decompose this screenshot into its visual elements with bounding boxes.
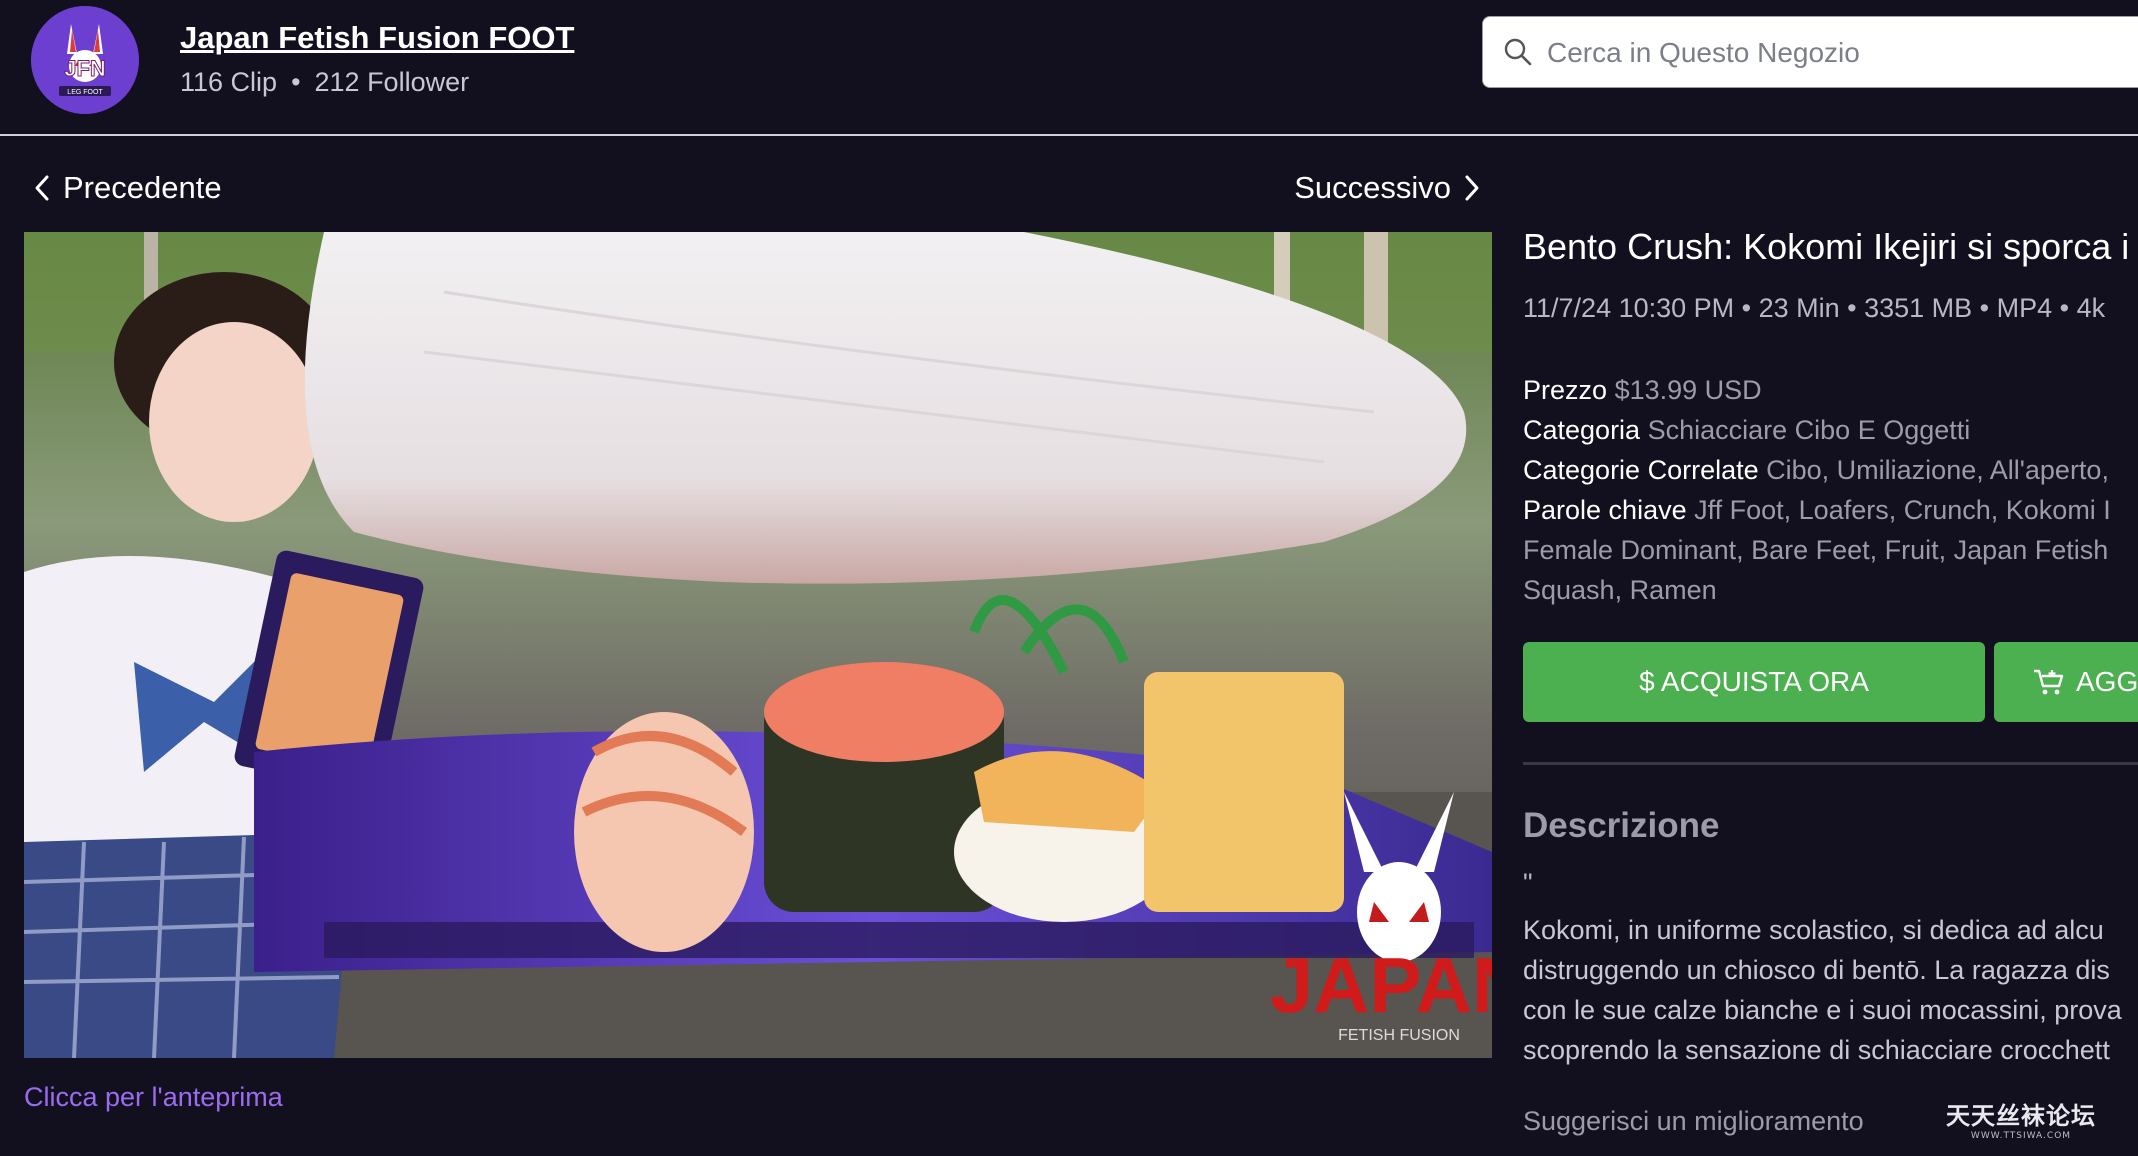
add-to-cart-label: AGG xyxy=(2076,666,2138,697)
store-stats: 116 Clip • 212 Follower xyxy=(180,67,469,98)
separator-dot: • xyxy=(291,67,301,97)
keywords-row: Parole chiave Jff Foot, Loafers, Crunch,… xyxy=(1523,490,2138,530)
site-watermark: 天天丝袜论坛 WWW.TTSIWA.COM xyxy=(1946,1096,2096,1141)
clip-meta: 11/7/24 10:30 PM • 23 Min • 3351 MB • MP… xyxy=(1523,293,2106,323)
watermark-url: WWW.TTSIWA.COM xyxy=(1970,1131,2072,1141)
next-label: Successivo xyxy=(1294,170,1451,205)
category-row: Categoria Schiacciare Cibo E Oggetti xyxy=(1523,410,2138,450)
buy-now-button[interactable]: $ ACQUISTA ORA xyxy=(1523,642,1985,722)
related-categories-row: Categorie Correlate Cibo, Umiliazione, A… xyxy=(1523,450,2138,490)
section-divider xyxy=(1523,762,2138,765)
brand-watermark-sub: FETISH FUSION xyxy=(1338,1027,1460,1044)
price-label: Prezzo xyxy=(1523,375,1608,405)
category-value[interactable]: Schiacciare Cibo E Oggetti xyxy=(1648,415,1971,445)
description-line: Kokomi, in uniforme scolastico, si dedic… xyxy=(1523,915,2104,945)
follower-count: 212 Follower xyxy=(314,67,470,97)
related-categories-value[interactable]: Cibo, Umiliazione, All'aperto, xyxy=(1766,455,2109,485)
price-row: Prezzo $13.99 USD xyxy=(1523,370,2138,410)
search-icon xyxy=(1504,38,1532,66)
store-header: JFN LEG FOOT Japan Fetish Fusion FOOT 11… xyxy=(0,0,2138,136)
clip-title: Bento Crush: Kokomi Ikejiri si sporca i xyxy=(1523,226,2130,267)
store-avatar[interactable]: JFN LEG FOOT xyxy=(31,6,139,114)
svg-text:JFN: JFN xyxy=(64,56,106,81)
svg-text:LEG FOOT: LEG FOOT xyxy=(67,89,103,96)
price-value: $13.99 USD xyxy=(1614,375,1762,405)
description-line: con le sue calze bianche e i suoi mocass… xyxy=(1523,995,2122,1025)
search-box[interactable] xyxy=(1482,16,2138,88)
suggest-improvement-link[interactable]: Suggerisci un miglioramento xyxy=(1523,1106,1864,1137)
keywords-line: Female Dominant, Bare Feet, Fruit, Japan… xyxy=(1523,535,2109,565)
category-label: Categoria xyxy=(1523,415,1641,445)
keywords-label: Parole chiave xyxy=(1523,495,1687,525)
previous-label: Precedente xyxy=(63,170,222,205)
clip-details: Prezzo $13.99 USD Categoria Schiacciare … xyxy=(1523,370,2138,610)
description-line: distruggendo un chiosco di bentō. La rag… xyxy=(1523,955,2110,985)
chevron-left-icon xyxy=(35,175,49,201)
description-line: scoprendo la sensazione di schiacciare c… xyxy=(1523,1035,2110,1065)
preview-image[interactable]: JAPAN FETISH FUSION xyxy=(24,232,1492,1058)
related-categories-label: Categorie Correlate xyxy=(1523,455,1759,485)
watermark-text: 天天丝袜论坛 xyxy=(1946,1101,2096,1130)
search-input[interactable] xyxy=(1545,31,2129,75)
keywords-line: Squash, Ramen xyxy=(1523,575,1717,605)
brand-watermark: JAPAN xyxy=(1270,941,1492,1029)
description-heading: Descrizione xyxy=(1523,806,1720,845)
rabbit-logo-icon: JFN LEG FOOT xyxy=(31,6,139,114)
chevron-right-icon xyxy=(1465,175,1479,201)
description-quote: " xyxy=(1523,868,1533,898)
next-link[interactable]: Successivo xyxy=(1294,170,1481,206)
keywords-value: Jff Foot, Loafers, Crunch, Kokomi I xyxy=(1694,495,2111,525)
add-to-cart-button[interactable]: AGG xyxy=(1994,642,2138,722)
cart-icon xyxy=(2034,669,2064,695)
preview-link[interactable]: Clicca per l'anteprima xyxy=(24,1082,283,1113)
clip-count: 116 Clip xyxy=(180,67,278,97)
description-body: Kokomi, in uniforme scolastico, si dedic… xyxy=(1523,910,2138,1070)
store-name-link[interactable]: Japan Fetish Fusion FOOT xyxy=(180,20,574,56)
previous-link[interactable]: Precedente xyxy=(33,170,222,206)
